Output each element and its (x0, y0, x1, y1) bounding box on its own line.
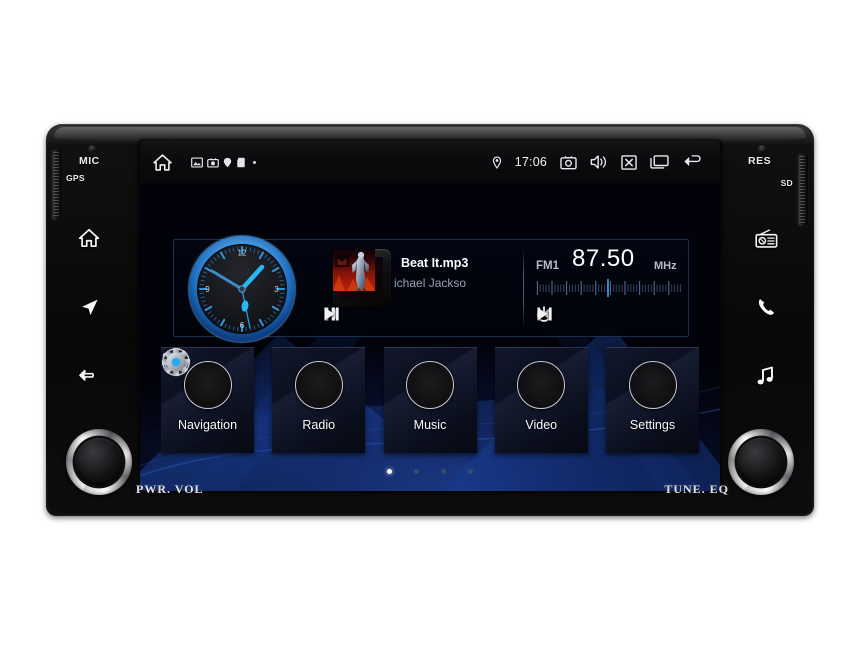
location-pin-icon (492, 155, 502, 169)
next-track-button[interactable] (324, 306, 457, 332)
reset-hole (758, 144, 767, 153)
navigation-arrow-icon (79, 297, 100, 318)
music-note-icon (164, 348, 454, 409)
album-art-image (333, 249, 383, 299)
screenshot-icon (207, 157, 219, 168)
app-tile-label: Video (525, 418, 558, 432)
page-dot[interactable] (387, 469, 392, 474)
page-dot[interactable] (468, 469, 473, 474)
bezel-radio-button[interactable] (746, 220, 786, 256)
home-icon (152, 153, 173, 172)
close-box-icon (621, 154, 637, 170)
bezel-back-button[interactable] (69, 358, 109, 394)
statusbar-close-button[interactable] (621, 154, 637, 170)
clock-numeral-9: 9 (205, 285, 210, 294)
volume-icon (590, 154, 608, 170)
music-note-icon (756, 365, 776, 387)
app-tile-row: Navigation Radio Music Video Settings (161, 347, 699, 453)
page-dot[interactable] (414, 469, 419, 474)
sd-card-icon (236, 157, 246, 168)
statusbar-camera-button[interactable] (560, 155, 577, 170)
home-wallpaper: 12 3 6 9 Beat It.mp3 ichael Jackso FM1 8… (140, 183, 720, 491)
album-art[interactable] (333, 249, 391, 307)
media-controls (323, 306, 457, 332)
tune-eq-knob[interactable] (728, 429, 794, 495)
camera-icon (560, 155, 577, 170)
home-icon (78, 228, 100, 248)
radio-widget: FM1 87.50 MHz (530, 245, 685, 334)
sd-label: SD (780, 178, 793, 188)
app-tile-label: Navigation (177, 418, 238, 432)
statusbar-clock: 17:06 (514, 155, 547, 169)
clock-numeral-6: 6 (240, 321, 245, 330)
app-tile-radio[interactable]: Radio (162, 347, 366, 453)
radio-icon (754, 228, 779, 249)
radio-frequency: 87.50 (572, 245, 635, 272)
reset-label: RES (748, 155, 772, 167)
clock-numeral-12: 12 (238, 249, 247, 258)
bezel-music-button[interactable] (746, 358, 786, 394)
clock-face: 12 3 6 9 (186, 233, 298, 345)
statusbar-home-button[interactable] (152, 153, 173, 172)
bezel-phone-button[interactable] (746, 289, 786, 325)
notification-icons[interactable] (191, 156, 256, 168)
gps-antenna-slot (51, 150, 62, 220)
clock-numeral-3: 3 (274, 285, 279, 294)
power-volume-knob[interactable] (66, 429, 132, 495)
analog-clock-widget[interactable]: 12 3 6 9 (184, 231, 300, 347)
track-artist: ichael Jackso (394, 276, 467, 290)
app-tile-label: Music (413, 418, 447, 432)
notification-dot (253, 160, 256, 164)
media-player-widget: Beat It.mp3 ichael Jackso (309, 246, 514, 334)
radio-next-button[interactable] (537, 306, 672, 332)
app-tile-music[interactable]: Music (164, 347, 477, 453)
page-indicator (140, 469, 720, 474)
track-title: Beat It.mp3 (401, 256, 469, 270)
app-tile-video[interactable]: Video (162, 347, 588, 453)
page-dot[interactable] (441, 469, 446, 474)
sd-card-slot (797, 154, 808, 226)
gps-label: GPS (66, 173, 85, 183)
bezel-navigation-button[interactable] (69, 289, 109, 325)
tune-eq-label: TUNE. EQ (664, 482, 729, 496)
radio-power-button[interactable] (536, 306, 621, 332)
power-volume-label: PWR. VOL (136, 482, 204, 496)
widget-divider (523, 248, 524, 328)
touchscreen-display[interactable]: 17:06 12 3 6 9 Beat It.mp3 ichael Jackso… (140, 141, 720, 491)
radio-tuning-scale[interactable] (535, 279, 681, 297)
location-pin-icon (223, 157, 232, 168)
bezel-home-button[interactable] (69, 220, 109, 256)
radio-icon (162, 348, 343, 409)
statusbar-right-group: 17:06 (492, 154, 706, 170)
app-tile-label: Settings (629, 418, 676, 432)
statusbar-volume-button[interactable] (590, 154, 608, 170)
app-tile-label: Radio (302, 418, 336, 432)
back-arrow-icon (682, 154, 706, 170)
image-icon (191, 156, 203, 168)
phone-icon (755, 296, 778, 318)
gear-icon (161, 347, 677, 409)
radio-controls (536, 306, 672, 332)
head-unit-body: MIC GPS RES SD PWR. VOL TUNE. EQ 17:06 1… (46, 124, 814, 516)
status-bar: 17:06 (140, 141, 720, 183)
mic-label: MIC (79, 155, 100, 167)
play-pause-button[interactable] (324, 306, 407, 332)
microphone-hole (88, 144, 97, 153)
home-widget-panel: 12 3 6 9 Beat It.mp3 ichael Jackso FM1 8… (173, 233, 689, 345)
recents-icon (650, 154, 669, 170)
statusbar-location-icon-wrap (492, 155, 502, 169)
app-tile-settings[interactable]: Settings (161, 347, 699, 453)
film-reel-icon (162, 348, 566, 409)
statusbar-recents-button[interactable] (650, 154, 669, 170)
back-arrow-icon (77, 367, 101, 385)
statusbar-back-button[interactable] (682, 154, 706, 170)
radio-unit: MHz (654, 260, 677, 272)
radio-band: FM1 (536, 260, 559, 272)
